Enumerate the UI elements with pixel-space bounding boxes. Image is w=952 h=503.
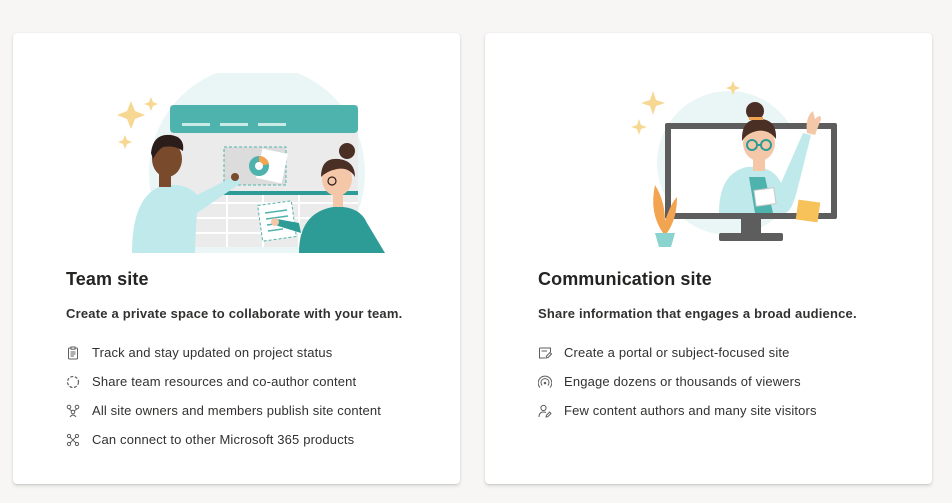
feature-item: Engage dozens or thousands of viewers [538, 367, 817, 396]
feature-text: Few content authors and many site visito… [564, 403, 817, 418]
card-title: Team site [66, 269, 149, 289]
feature-text: Create a portal or subject-focused site [564, 345, 790, 360]
team-site-card[interactable]: Team site Create a private space to coll… [13, 33, 460, 484]
feature-list: Create a portal or subject-focused site … [538, 338, 817, 425]
page-edit-icon [538, 346, 552, 360]
feature-item: Track and stay updated on project status [66, 338, 381, 367]
connector-icon [66, 433, 80, 447]
people-network-icon [66, 404, 80, 418]
communication-site-illustration [559, 73, 859, 253]
card-title: Communication site [538, 269, 712, 289]
team-site-illustration [87, 65, 387, 281]
communication-site-card[interactable]: Communication site Share information tha… [485, 33, 932, 484]
feature-text: Share team resources and co-author conte… [92, 374, 357, 389]
feature-item: Create a portal or subject-focused site [538, 338, 817, 367]
feature-item: Can connect to other Microsoft 365 produ… [66, 425, 381, 454]
person-edit-icon [538, 404, 552, 418]
broadcast-icon [538, 375, 552, 389]
clipboard-icon [66, 346, 80, 360]
feature-text: All site owners and members publish site… [92, 403, 382, 418]
feature-text: Track and stay updated on project status [92, 345, 333, 360]
feature-list: Track and stay updated on project status… [66, 338, 381, 454]
feature-item: Few content authors and many site visito… [538, 396, 817, 425]
feature-item: All site owners and members publish site… [66, 396, 381, 425]
feature-text: Can connect to other Microsoft 365 produ… [92, 432, 355, 447]
site-type-picker: Team site Create a private space to coll… [0, 0, 952, 503]
card-subtitle: Share information that engages a broad a… [538, 306, 857, 321]
feature-item: Share team resources and co-author conte… [66, 367, 381, 396]
dashed-circle-icon [66, 375, 80, 389]
card-subtitle: Create a private space to collaborate wi… [66, 306, 403, 321]
feature-text: Engage dozens or thousands of viewers [564, 374, 801, 389]
